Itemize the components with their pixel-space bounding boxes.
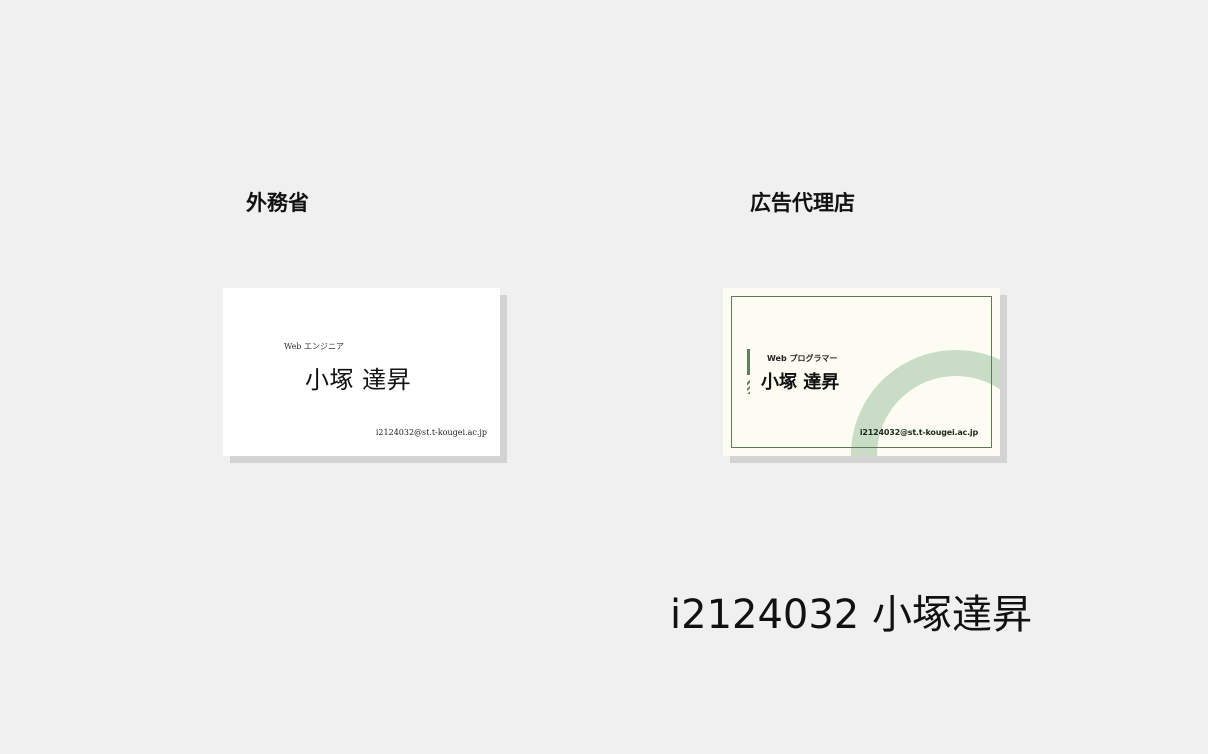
accent-stripes xyxy=(747,380,750,394)
card2-role: Web プログラマー xyxy=(767,354,838,363)
student-id-name: i2124032 小塚達昇 xyxy=(670,592,1032,638)
accent-bar xyxy=(747,349,750,375)
card2-name: 小塚 達昇 xyxy=(761,372,840,393)
card1-name: 小塚 達昇 xyxy=(305,366,412,394)
card1-email: i2124032@st.t-kougei.ac.jp xyxy=(375,428,487,437)
business-card-ad-agency: Web プログラマー 小塚 達昇 i2124032@st.t-kougei.ac… xyxy=(723,288,1000,456)
heading-gaimusho: 外務省 xyxy=(246,191,309,215)
card1-role: Web エンジニア xyxy=(284,342,344,351)
card2-email: i2124032@st.t-kougei.ac.jp xyxy=(859,428,978,437)
heading-ad-agency: 広告代理店 xyxy=(750,191,855,215)
business-card-gaimusho: Web エンジニア 小塚 達昇 i2124032@st.t-kougei.ac.… xyxy=(223,288,500,456)
